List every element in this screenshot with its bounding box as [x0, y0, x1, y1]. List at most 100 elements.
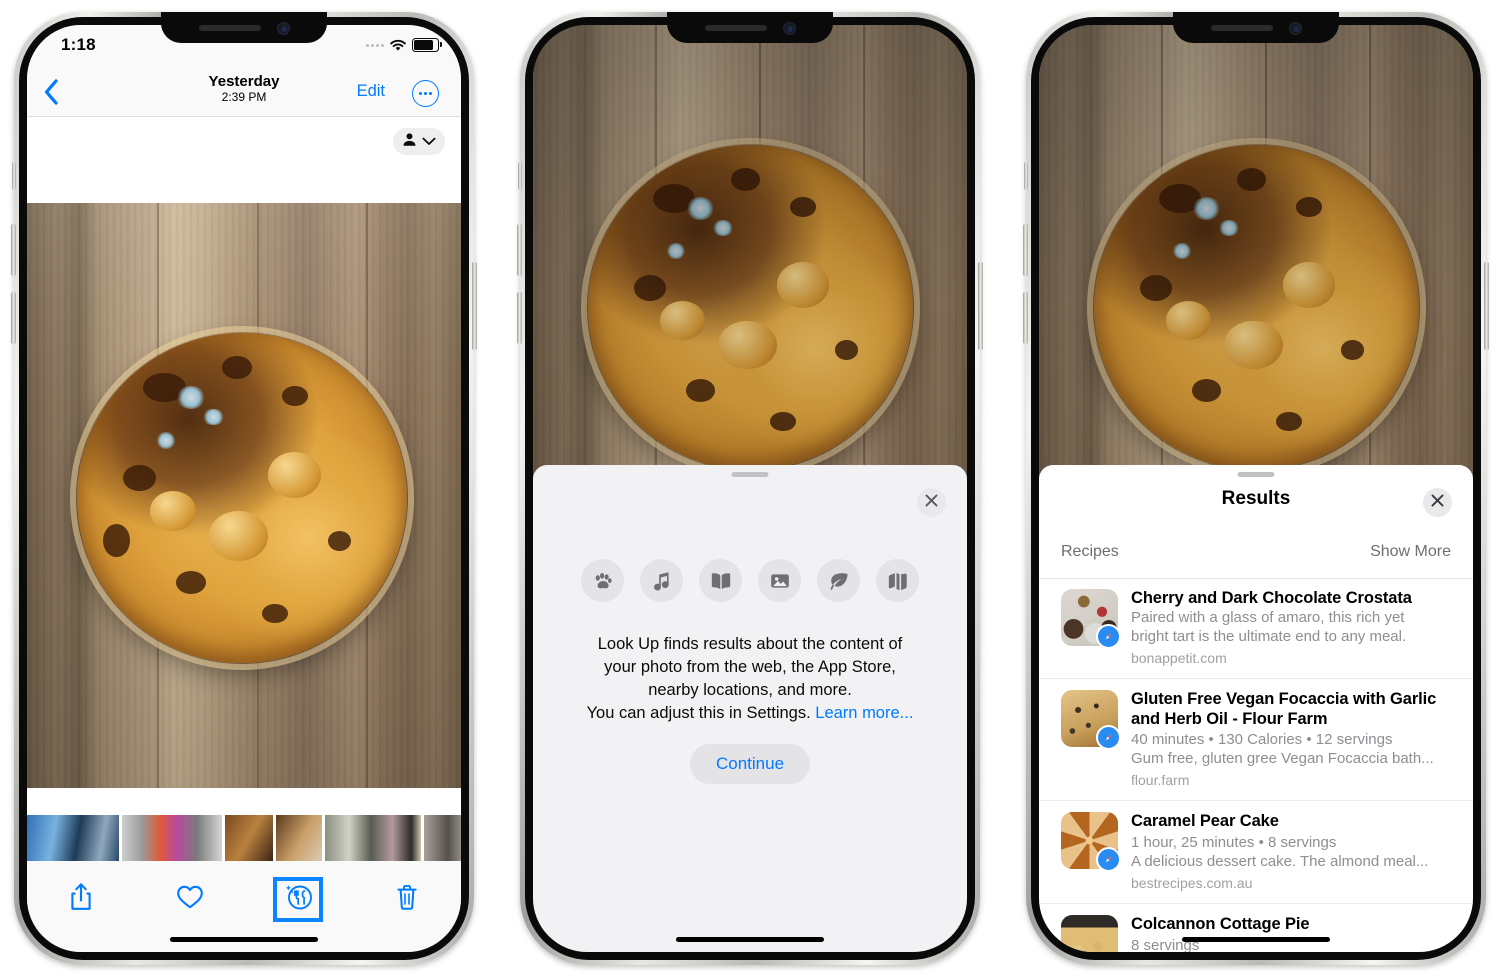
volume-down-button[interactable] — [517, 292, 522, 344]
favorite-button[interactable] — [136, 884, 245, 915]
safari-compass-icon — [1096, 724, 1121, 750]
result-description-1: A delicious dessert cake. The almond mea… — [1131, 853, 1429, 871]
photo-viewer[interactable] — [27, 203, 461, 788]
phone-2-lookup-intro: Look Up finds results about the content … — [517, 12, 983, 965]
silence-switch[interactable] — [518, 162, 522, 190]
notch — [1173, 12, 1339, 43]
close-icon — [1430, 493, 1445, 513]
result-url: bonappetit.com — [1131, 649, 1227, 666]
phone-1-photos-detail: 1:18 Yesterday 2:39 PM Edit — [11, 12, 477, 965]
section-label-recipes: Recipes — [1061, 543, 1119, 560]
power-button[interactable] — [978, 262, 983, 350]
result-heading: Cherry and Dark Chocolate Crostata — [1131, 589, 1412, 607]
nav-title-date: Yesterday — [208, 73, 280, 90]
volume-up-button[interactable] — [1023, 224, 1028, 276]
home-indicator[interactable] — [676, 937, 824, 942]
earpiece-speaker — [705, 25, 767, 31]
notch — [161, 12, 327, 43]
result-body: Caramel Pear Cake 1 hour, 25 minutes • 8… — [1131, 812, 1451, 892]
silence-switch[interactable] — [1024, 162, 1028, 190]
volume-up-button[interactable] — [11, 224, 16, 276]
home-indicator[interactable] — [1182, 937, 1330, 942]
lookup-food-button[interactable] — [244, 877, 353, 922]
close-button[interactable] — [1423, 488, 1452, 517]
continue-button[interactable]: Continue — [689, 744, 811, 784]
folded-map-icon[interactable] — [876, 559, 919, 602]
status-time: 1:18 — [61, 35, 96, 54]
results-sheet: Results Recipes Show More Cherry and Dar… — [1039, 465, 1473, 952]
chevron-down-icon — [422, 133, 436, 151]
lookup-line-3: nearby locations, and more. — [648, 681, 852, 700]
result-heading: Colcannon Cottage Pie — [1131, 915, 1310, 934]
result-thumbnail — [1061, 812, 1121, 873]
lookup-selection-box — [273, 877, 324, 922]
result-row[interactable]: Caramel Pear Cake 1 hour, 25 minutes • 8… — [1039, 801, 1473, 905]
result-description-1: Gum free, gluten gree Vegan Focaccia bat… — [1131, 750, 1434, 768]
volume-down-button[interactable] — [11, 292, 16, 344]
home-indicator[interactable] — [170, 937, 318, 942]
result-row[interactable]: Cherry and Dark Chocolate Crostata Paire… — [1039, 578, 1473, 679]
result-thumbnail — [1061, 589, 1121, 649]
volume-up-button[interactable] — [517, 224, 522, 276]
leaf-icon[interactable] — [817, 559, 860, 602]
close-button[interactable] — [917, 488, 946, 517]
show-more-button[interactable]: Show More — [1370, 543, 1451, 561]
landmark-photo-icon[interactable] — [758, 559, 801, 602]
safari-compass-icon — [1096, 847, 1121, 873]
silence-switch[interactable] — [12, 162, 16, 190]
photo-subject-pie — [69, 325, 415, 671]
learn-more-link[interactable]: Learn more... — [815, 704, 913, 722]
result-heading: Gluten Free Vegan Focaccia with Garlic a… — [1131, 689, 1437, 728]
results-list[interactable]: Cherry and Dark Chocolate Crostata Paire… — [1039, 578, 1473, 952]
result-heading: Caramel Pear Cake — [1131, 812, 1279, 831]
phone-3-lookup-results: Results Recipes Show More Cherry and Dar… — [1023, 12, 1489, 965]
signal-dots-icon — [366, 43, 384, 47]
grabber-handle[interactable] — [1237, 472, 1275, 477]
music-note-icon[interactable] — [640, 559, 683, 602]
close-icon — [924, 493, 939, 513]
paw-print-icon[interactable] — [581, 559, 624, 602]
result-body: Colcannon Cottage Pie 8 servings — [1131, 915, 1451, 952]
result-row[interactable]: Gluten Free Vegan Focaccia with Garlic a… — [1039, 679, 1473, 802]
earpiece-speaker — [1211, 25, 1273, 31]
lookup-description: Look Up finds results about the content … — [553, 633, 947, 725]
lookup-intro-sheet: Look Up finds results about the content … — [533, 465, 967, 952]
result-description-1: Paired with a glass of amaro, this rich … — [1131, 608, 1405, 626]
result-row[interactable]: Colcannon Cottage Pie 8 servings — [1039, 904, 1473, 952]
phone-2-screen: Look Up finds results about the content … — [533, 25, 967, 952]
result-url: bestrecipes.com.au — [1131, 874, 1253, 891]
power-button[interactable] — [472, 262, 477, 350]
page-title: Yesterday 2:39 PM — [27, 73, 461, 104]
result-description-2: bright tart is the ultimate end to any m… — [1131, 627, 1407, 645]
results-section-header: Recipes Show More — [1039, 537, 1473, 579]
lookup-food-icon — [282, 882, 314, 917]
result-body: Gluten Free Vegan Focaccia with Garlic a… — [1131, 690, 1451, 790]
result-body: Cherry and Dark Chocolate Crostata Paire… — [1131, 589, 1451, 667]
power-button[interactable] — [1484, 262, 1489, 350]
photo-toolbar — [27, 861, 461, 952]
result-thumbnail — [1061, 915, 1118, 952]
results-title: Results — [1221, 488, 1291, 509]
people-badge[interactable] — [393, 128, 445, 155]
ellipsis-circle-icon[interactable] — [412, 80, 439, 107]
person-icon — [402, 132, 417, 152]
open-book-icon[interactable] — [699, 559, 742, 602]
result-url: flour.farm — [1131, 772, 1190, 789]
result-meta: 40 minutes • 130 Calories • 12 servings — [1131, 731, 1393, 749]
heart-icon — [176, 884, 204, 915]
front-camera — [1289, 22, 1302, 35]
status-indicators — [366, 38, 442, 52]
safari-compass-icon — [1096, 624, 1121, 649]
phone-1-screen: 1:18 Yesterday 2:39 PM Edit — [27, 25, 461, 952]
earpiece-speaker — [199, 25, 261, 31]
lookup-line-4: You can adjust this in Settings. — [586, 704, 811, 723]
volume-down-button[interactable] — [1023, 292, 1028, 344]
edit-button[interactable]: Edit — [357, 82, 385, 101]
grabber-handle[interactable] — [731, 472, 769, 477]
delete-button[interactable] — [353, 883, 462, 916]
trash-icon — [395, 883, 419, 916]
photo-filmstrip[interactable] — [27, 815, 461, 861]
phone-3-screen: Results Recipes Show More Cherry and Dar… — [1039, 25, 1473, 952]
lookup-category-icons — [533, 559, 967, 602]
share-button[interactable] — [27, 882, 136, 917]
